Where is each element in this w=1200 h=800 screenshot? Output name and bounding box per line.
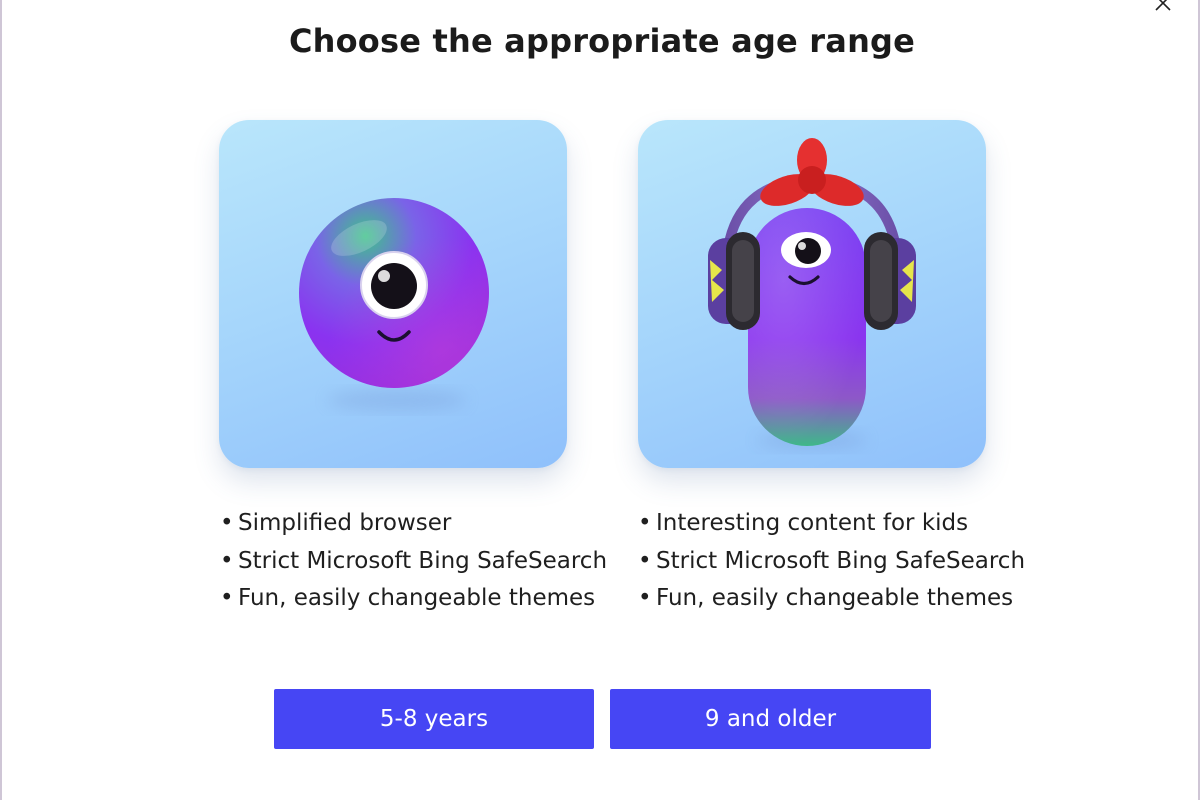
list-item: • Fun, easily changeable themes: [638, 585, 1014, 611]
left-ear-cup: [708, 232, 760, 330]
age-5-8-button[interactable]: 5-8 years: [274, 689, 594, 749]
close-icon: [1155, 0, 1171, 11]
list-item: • Strict Microsoft Bing SafeSearch: [220, 547, 608, 574]
headphones-character-illustration: [708, 138, 916, 449]
round-character-illustration: [299, 198, 489, 410]
list-item: • Strict Microsoft Bing SafeSearch: [638, 547, 1026, 574]
list-item: • Fun, easily changeable themes: [220, 585, 596, 611]
red-bow: [760, 138, 864, 206]
age-9-plus-card[interactable]: [638, 120, 986, 468]
age-5-8-card[interactable]: [219, 120, 567, 468]
age-range-dialog: Choose the appropriate age range • Simpl…: [0, 0, 1200, 800]
age-9-plus-features: • Interesting content for kids • Strict Mi…: [638, 505, 1025, 618]
dialog-title: Choose the appropriate age range: [288, 22, 916, 60]
close-button[interactable]: [1148, 0, 1178, 18]
right-ear-cup: [864, 232, 916, 330]
list-item: • Interesting content for kids: [638, 510, 969, 536]
list-item: • Simplified browser: [220, 510, 452, 536]
age-5-8-features: • Simplified browser • Strict Microsoft Bi…: [220, 505, 607, 618]
age-9-plus-button[interactable]: 9 and older: [610, 689, 931, 749]
